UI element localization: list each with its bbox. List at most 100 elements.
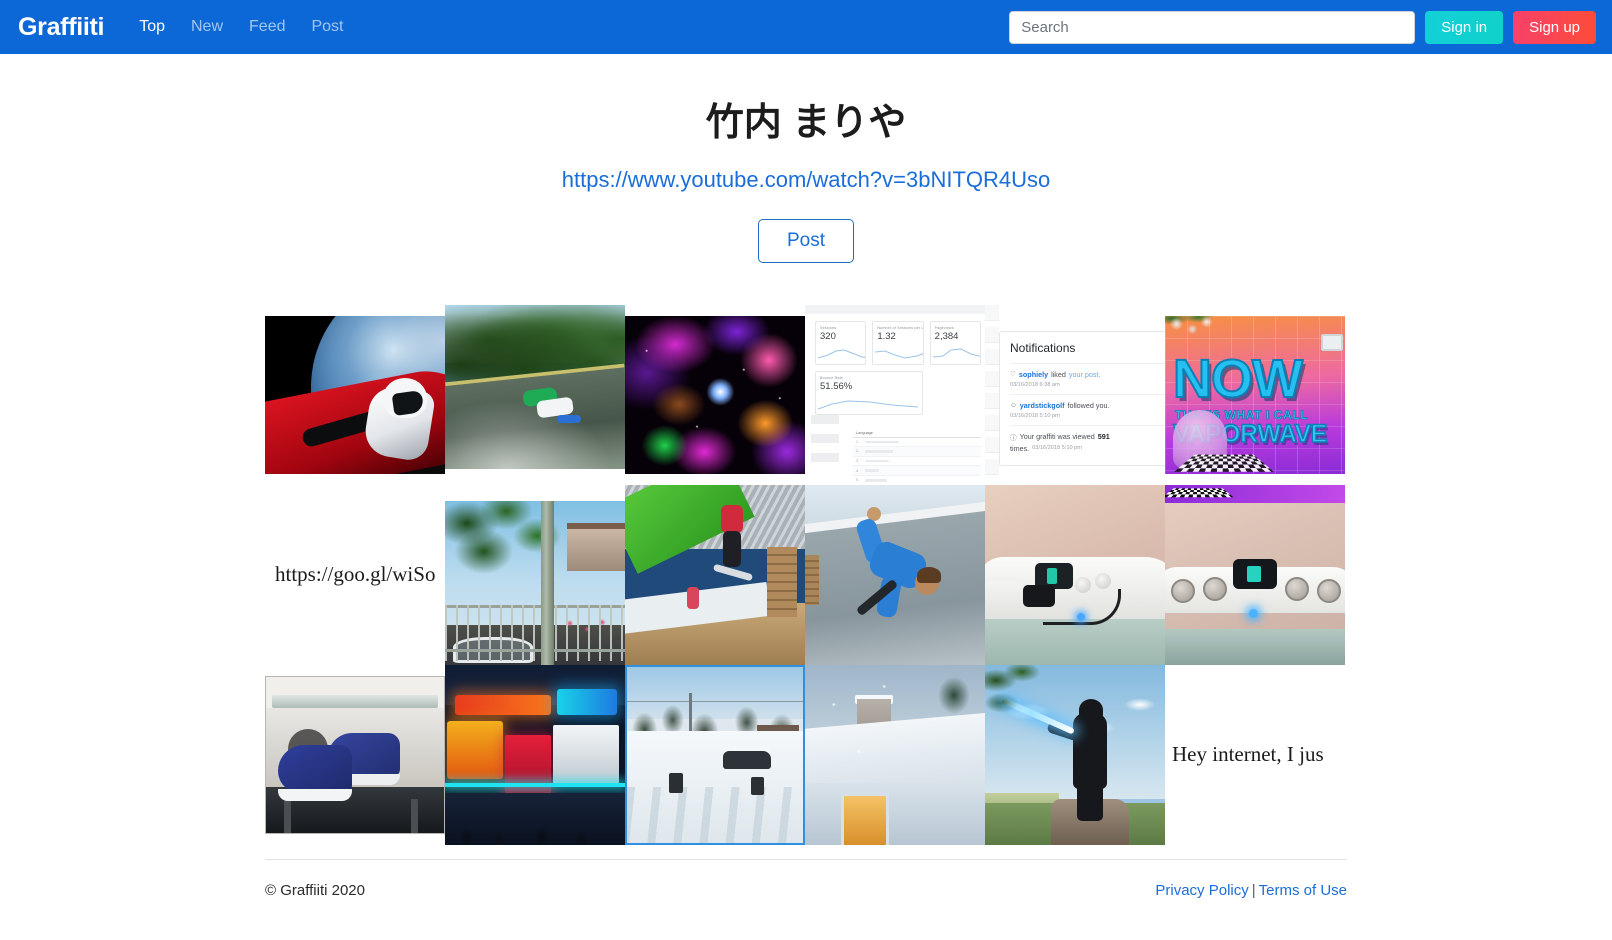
gallery-tile-hey-internet-post-text[interactable]: Hey internet, I jus: [1165, 664, 1345, 845]
nav-links: Top New Feed Post: [126, 12, 356, 42]
notification-action: liked: [1051, 369, 1066, 379]
metric-value: 2,384: [934, 330, 959, 342]
post-button-wrap: Post: [0, 218, 1612, 263]
notification-action: followed you.: [1067, 400, 1110, 410]
lightsaber-artwork: [985, 664, 1165, 845]
analytics-metric-card: Sessions 320: [815, 320, 867, 365]
gallery-tile-now-thats-what-i-call-vaporwave[interactable]: NOW THAT'S WHAT I CALL VAPORWAVE: [1165, 304, 1345, 485]
tile-media: [445, 304, 625, 469]
gallery-tile-vegas-strip-neon-signs[interactable]: [445, 664, 625, 845]
metric-label: Bounce Rate: [820, 375, 843, 380]
gallery-tile-cosmic-nebula-colors[interactable]: [625, 304, 805, 485]
vaporwave-artwork: NOW THAT'S WHAT I CALL VAPORWAVE: [1165, 315, 1345, 474]
gallery-tile-snow-covered-house-window[interactable]: [805, 664, 985, 845]
gallery-tile-hot-tub-jets-display[interactable]: [1165, 484, 1345, 665]
sneakers-artwork: [265, 675, 445, 834]
table-row: 5.: [853, 476, 981, 485]
gallery-tile-hot-tub-control-panel-cord[interactable]: [985, 484, 1165, 665]
metric-value: 1.32: [877, 330, 896, 342]
notifications-card: Notifications ♡ sophiely liked your post…: [999, 330, 1165, 466]
person-icon: ☺: [1010, 401, 1017, 409]
analytics-dashboard-artwork: Sessions 320 Number of Sessions per User…: [805, 304, 985, 485]
metric-value: 51.56%: [820, 380, 853, 392]
graffiti-url-link[interactable]: https://www.youtube.com/watch?v=3bNITQR4…: [562, 167, 1051, 193]
tile-media: Sessions 320 Number of Sessions per User…: [805, 304, 985, 485]
notification-username[interactable]: yardstickgolf: [1020, 401, 1065, 410]
table-column-header: Language: [853, 429, 981, 438]
tile-media: [1165, 484, 1345, 665]
footer: © Graffiiti 2020 Privacy Policy | Terms of…: [265, 860, 1347, 899]
gallery-tile-tesla-starman-space[interactable]: [265, 304, 445, 485]
balcony-artwork: [445, 500, 625, 665]
hot-tub-cord-artwork: [985, 484, 1165, 665]
nav-link-new[interactable]: New: [178, 12, 236, 42]
gallery-tile-skatepark-green-ramp-trick[interactable]: [625, 484, 805, 665]
gallery-tile-balcony-trees-pool-view[interactable]: [445, 484, 625, 665]
brand-logo[interactable]: Graffiiti: [18, 13, 105, 42]
sparkline-icon: [875, 350, 923, 359]
table-row: 1.: [853, 438, 981, 448]
sparkline-icon: [818, 400, 918, 410]
gallery-tile-skateboard-vert-blue-shirt[interactable]: [805, 484, 985, 665]
gallery-tile-blue-sneakers-on-table[interactable]: [265, 664, 445, 845]
notifications-artwork: Notifications ♡ sophiely liked your post…: [985, 304, 1165, 485]
tile-text-content: Hey internet, I jus: [1165, 664, 1345, 845]
notification-action: Your graffiti was viewed: [1019, 432, 1095, 442]
hot-tub-jets-artwork: [1165, 484, 1345, 665]
tile-media: [625, 664, 805, 845]
monitor-icon: [1321, 333, 1343, 351]
gallery-tile-goo-gl-short-link-text[interactable]: https://goo.gl/wiSo: [265, 484, 445, 665]
gallery-tile-longboard-downhill-road[interactable]: [445, 304, 625, 485]
post-button[interactable]: Post: [757, 218, 855, 263]
sign-in-button[interactable]: Sign in: [1425, 10, 1504, 44]
nav-link-top[interactable]: Top: [126, 12, 178, 42]
nav-link-post[interactable]: Post: [298, 12, 356, 42]
tile-media: [985, 664, 1165, 845]
page-title: 竹内 まりや: [705, 102, 907, 144]
footer-separator: |: [1251, 881, 1256, 899]
navbar: Graffiiti Top New Feed Post Sign in Sign…: [0, 0, 1612, 54]
tile-media: [445, 500, 625, 665]
table-row: 3.: [853, 457, 981, 467]
analytics-bounce-rate-card: Bounce Rate 51.56%: [815, 370, 923, 415]
notification-username[interactable]: sophiely: [1019, 370, 1048, 379]
snowy-house-artwork: [805, 664, 985, 845]
notification-item[interactable]: ☺ yardstickgolf followed you. 03/16/2018…: [1010, 393, 1165, 425]
skatepark-artwork: [625, 484, 805, 665]
metric-label: Number of Sessions per User: [877, 325, 922, 330]
notification-timestamp: 03/16/2018 5:10 pm: [1010, 412, 1060, 419]
terms-of-use-link[interactable]: Terms of Use: [1259, 882, 1347, 899]
copyright-text: © Graffiiti 2020: [265, 881, 365, 899]
tile-media: [625, 315, 805, 474]
notification-item[interactable]: ⓘ Your graffiti was viewed 591 times. 03…: [1010, 424, 1165, 459]
gallery-tile-snowy-suburban-street[interactable]: [625, 664, 805, 845]
sparkline-icon: [932, 348, 980, 358]
table-row: 2.: [853, 447, 981, 457]
vegas-neon-artwork: [445, 664, 625, 845]
metric-value: 320: [820, 330, 836, 342]
analytics-metric-card: Pageviews 2,384: [929, 320, 981, 365]
tile-media: [805, 484, 985, 665]
sign-up-button[interactable]: Sign up: [1513, 10, 1596, 44]
hero-section: 竹内 まりや https://www.youtube.com/watch?v=3…: [0, 54, 1612, 263]
search-input[interactable]: [1009, 10, 1416, 44]
metric-label: Sessions: [820, 325, 837, 330]
tile-media: NOW THAT'S WHAT I CALL VAPORWAVE: [1165, 315, 1345, 474]
tile-media: [625, 484, 805, 665]
gallery-tile-google-analytics-dashboard[interactable]: Sessions 320 Number of Sessions per User…: [805, 304, 985, 485]
notification-object[interactable]: your post.: [1069, 370, 1101, 379]
nebula-artwork: [625, 315, 805, 474]
starman-artwork: [265, 315, 445, 474]
table-row: 4.: [853, 466, 981, 476]
footer-wrap: © Graffiiti 2020 Privacy Policy | Terms of…: [265, 858, 1347, 899]
privacy-policy-link[interactable]: Privacy Policy: [1155, 882, 1248, 899]
tile-media: [805, 664, 985, 845]
gallery-tile-lightsaber-silhouette-on-rock[interactable]: [985, 664, 1165, 845]
tile-media: [445, 664, 625, 845]
graffiti-gallery-grid: Sessions 320 Number of Sessions per User…: [265, 304, 1347, 845]
gallery-tile-notifications-panel[interactable]: Notifications ♡ sophiely liked your post…: [985, 304, 1165, 485]
tile-media: Notifications ♡ sophiely liked your post…: [985, 304, 1165, 485]
metric-label: Pageviews: [934, 325, 954, 330]
notification-item[interactable]: ♡ sophiely liked your post. 03/16/2018 6…: [1010, 362, 1165, 394]
nav-link-feed[interactable]: Feed: [236, 12, 298, 42]
